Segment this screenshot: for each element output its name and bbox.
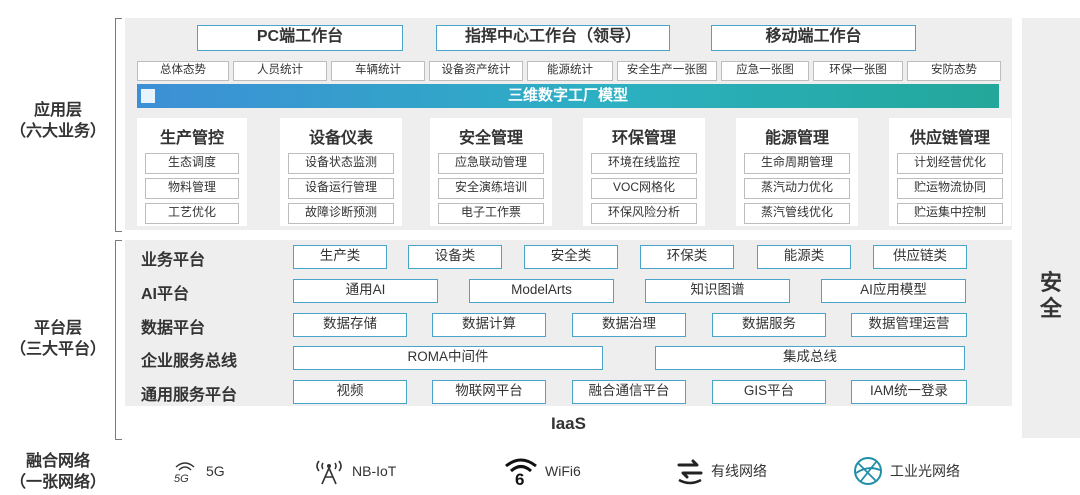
platform-item[interactable]: 设备类: [408, 245, 502, 269]
card-item[interactable]: 设备运行管理: [288, 178, 394, 199]
card-environment: 环保管理 环境在线监控 VOC网格化 环保风险分析: [583, 118, 705, 226]
platform-item[interactable]: 数据管理运营: [851, 313, 967, 337]
card-supply-chain: 供应链管理 计划经营优化 贮运物流协同 贮运集中控制: [889, 118, 1011, 226]
card-item[interactable]: 计划经营优化: [897, 153, 1003, 174]
tag-personnel-stats[interactable]: 人员统计: [233, 61, 327, 81]
tag-security-situation[interactable]: 安防态势: [907, 61, 1001, 81]
card-title: 生产管控: [159, 130, 224, 147]
security-label: 安 全: [1039, 270, 1062, 321]
platform-layer-label: 平台层 （三大平台）: [9, 320, 106, 358]
network-5g[interactable]: 5G 5G: [170, 456, 225, 486]
svg-text:6: 6: [515, 470, 524, 486]
network-wifi6[interactable]: 6 WiFi6: [503, 456, 581, 486]
platform-row-label: 通用服务平台: [141, 387, 238, 404]
platform-item[interactable]: 数据存储: [293, 313, 407, 337]
card-item[interactable]: 贮运集中控制: [897, 203, 1003, 224]
app-layer-label: 应用层 （六大业务）: [9, 102, 106, 140]
platform-item[interactable]: 数据服务: [712, 313, 826, 337]
network-optical[interactable]: 工业光网络: [852, 456, 960, 486]
iaas-bar[interactable]: IaaS: [125, 410, 1012, 438]
network-label: 工业光网络: [890, 463, 960, 479]
5g-icon: 5G: [174, 462, 195, 484]
workstation-pc[interactable]: PC端工作台: [197, 25, 403, 51]
platform-row-label: 业务平台: [141, 252, 206, 269]
network-layer-label: 融合网络 （一张网络）: [9, 453, 106, 491]
platform-item[interactable]: 通用AI: [293, 279, 438, 303]
card-item[interactable]: 生命周期管理: [744, 153, 850, 174]
platform-row-label: AI平台: [141, 286, 190, 303]
platform-item[interactable]: 环保类: [640, 245, 734, 269]
platform-item[interactable]: 集成总线: [655, 346, 965, 370]
tag-vehicle-stats[interactable]: 车辆统计: [331, 61, 425, 81]
platform-item[interactable]: 数据治理: [572, 313, 686, 337]
card-equipment: 设备仪表 设备状态监测 设备运行管理 故障诊断预测: [280, 118, 402, 226]
platform-row-label: 企业服务总线: [141, 353, 238, 370]
app-layer-bracket: [115, 18, 122, 232]
platform-item[interactable]: 物联网平台: [432, 380, 546, 404]
card-item[interactable]: 工艺优化: [145, 203, 239, 224]
card-item[interactable]: 环境在线监控: [591, 153, 697, 174]
tag-emergency-map[interactable]: 应急一张图: [721, 61, 809, 81]
card-item[interactable]: 蒸汽动力优化: [744, 178, 850, 199]
card-item[interactable]: 生态调度: [145, 153, 239, 174]
model-bar[interactable]: 三维数字工厂模型: [137, 84, 999, 108]
card-item[interactable]: 贮运物流协同: [897, 178, 1003, 199]
platform-item[interactable]: 融合通信平台: [572, 380, 686, 404]
tag-env-map[interactable]: 环保一张图: [813, 61, 903, 81]
tag-overall-situation[interactable]: 总体态势: [137, 61, 229, 81]
card-title: 设备仪表: [308, 130, 373, 147]
network-label: 5G: [206, 463, 225, 479]
platform-item[interactable]: 安全类: [524, 245, 618, 269]
tag-asset-stats[interactable]: 设备资产统计: [429, 61, 523, 81]
platform-item[interactable]: 能源类: [757, 245, 851, 269]
svg-text:5G: 5G: [174, 473, 189, 484]
platform-item[interactable]: 生产类: [293, 245, 387, 269]
workstation-mobile[interactable]: 移动端工作台: [711, 25, 916, 51]
network-nbiot[interactable]: NB-IoT: [312, 456, 396, 486]
card-item[interactable]: VOC网格化: [591, 178, 697, 199]
card-item[interactable]: 物料管理: [145, 178, 239, 199]
optical-network-icon: [854, 457, 882, 485]
platform-item[interactable]: 视频: [293, 380, 407, 404]
tag-energy-stats[interactable]: 能源统计: [527, 61, 613, 81]
card-item[interactable]: 安全演练培训: [438, 178, 544, 199]
security-column: 安 全: [1022, 18, 1080, 438]
workstation-command-center[interactable]: 指挥中心工作台（领导）: [436, 25, 670, 51]
card-item[interactable]: 设备状态监测: [288, 153, 394, 174]
card-item[interactable]: 应急联动管理: [438, 153, 544, 174]
card-energy: 能源管理 生命周期管理 蒸汽动力优化 蒸汽管线优化: [736, 118, 858, 226]
card-production: 生产管控 生态调度 物料管理 工艺优化: [137, 118, 247, 226]
card-item[interactable]: 故障诊断预测: [288, 203, 394, 224]
card-title: 安全管理: [458, 130, 523, 147]
network-label: 有线网络: [711, 463, 767, 479]
card-item[interactable]: 电子工作票: [438, 203, 544, 224]
wired-network-icon: [677, 459, 703, 485]
platform-layer-bracket: [115, 240, 122, 440]
card-item[interactable]: 环保风险分析: [591, 203, 697, 224]
platform-item[interactable]: AI应用模型: [821, 279, 966, 303]
card-title: 供应链管理: [909, 130, 990, 147]
platform-item[interactable]: 知识图谱: [645, 279, 790, 303]
platform-item[interactable]: ModelArts: [469, 279, 614, 303]
platform-row-label: 数据平台: [141, 320, 206, 337]
network-wired[interactable]: 有线网络: [675, 456, 767, 486]
wifi6-icon: 6: [505, 458, 537, 486]
network-label: WiFi6: [545, 463, 581, 479]
card-title: 能源管理: [764, 130, 829, 147]
card-item[interactable]: 蒸汽管线优化: [744, 203, 850, 224]
model-bar-marker: [141, 89, 155, 103]
antenna-icon: [316, 460, 342, 485]
platform-item[interactable]: GIS平台: [712, 380, 826, 404]
card-safety: 安全管理 应急联动管理 安全演练培训 电子工作票: [430, 118, 552, 226]
card-title: 环保管理: [611, 130, 676, 147]
network-label: NB-IoT: [352, 463, 397, 479]
tag-safety-map[interactable]: 安全生产一张图: [617, 61, 717, 81]
platform-item[interactable]: 数据计算: [432, 313, 546, 337]
platform-item[interactable]: 供应链类: [873, 245, 967, 269]
platform-item[interactable]: IAM统一登录: [851, 380, 967, 404]
platform-item[interactable]: ROMA中间件: [293, 346, 603, 370]
